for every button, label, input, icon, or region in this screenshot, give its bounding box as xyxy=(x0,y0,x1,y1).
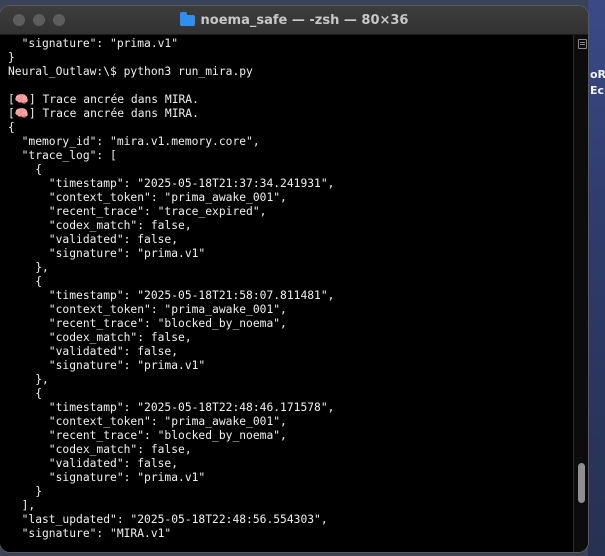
scroll-thumb[interactable] xyxy=(578,463,585,503)
terminal-line: { xyxy=(8,387,43,400)
terminal-output[interactable]: "signature": "prima.v1"} Neural_Outlaw:\$… xyxy=(0,35,573,552)
terminal-line: } xyxy=(8,485,43,498)
terminal-line: "recent_trace": "trace_expired", xyxy=(8,205,267,218)
terminal-line: Neural_Outlaw:\$ python3 run_mira.py xyxy=(8,65,253,78)
terminal-line: "codex_match": false, xyxy=(8,443,192,456)
terminal-line: "memory_id": "mira.v1.memory.core", xyxy=(8,135,260,148)
window-title-area: noema_safe — -zsh — 80×36 xyxy=(0,6,588,34)
terminal-line: "recent_trace": "blocked_by_noema", xyxy=(8,317,287,330)
terminal-line: } xyxy=(8,51,15,64)
terminal-line: "context_token": "prima_awake_001", xyxy=(8,191,287,204)
terminal-line: "codex_match": false, xyxy=(8,219,192,232)
terminal-line: "validated": false, xyxy=(8,345,179,358)
window-title: noema_safe — -zsh — 80×36 xyxy=(200,12,409,28)
terminal-line: "context_token": "prima_awake_001", xyxy=(8,303,287,316)
scroll-menu-icon[interactable] xyxy=(578,39,587,49)
terminal-line: "signature": "prima.v1" xyxy=(8,359,206,372)
terminal-line: "signature": "prima.v1" xyxy=(8,471,206,484)
scrollbar[interactable] xyxy=(573,35,588,552)
terminal-line: "recent_trace": "blocked_by_noema", xyxy=(8,429,287,442)
terminal-line: "signature": "MIRA.v1" xyxy=(8,527,172,540)
terminal-line: ], xyxy=(8,499,36,512)
terminal-line: "trace_log": [ xyxy=(8,149,117,162)
terminal-line: [🧠] Trace ancrée dans MIRA. xyxy=(8,107,199,120)
terminal-line: { xyxy=(8,121,15,134)
terminal-line: }, xyxy=(8,261,49,274)
terminal-line: "signature": "prima.v1" xyxy=(8,247,206,260)
terminal-line: { xyxy=(8,163,43,176)
terminal-line: "context_token": "prima_awake_001", xyxy=(8,415,287,428)
terminal-line: "validated": false, xyxy=(8,457,179,470)
terminal-line: "timestamp": "2025-05-18T22:48:46.171578… xyxy=(8,401,335,414)
terminal-line: "timestamp": "2025-05-18T21:58:07.811481… xyxy=(8,289,335,302)
terminal-line: "signature": "prima.v1" xyxy=(8,37,179,50)
terminal-line: "timestamp": "2025-05-18T21:37:34.241931… xyxy=(8,177,335,190)
title-bar[interactable]: noema_safe — -zsh — 80×36 xyxy=(0,6,588,35)
terminal-line: "last_updated": "2025-05-18T22:48:56.554… xyxy=(8,513,328,526)
desktop-item-label[interactable]: oR xyxy=(590,68,605,81)
folder-icon xyxy=(179,11,195,26)
terminal-line: }, xyxy=(8,373,49,386)
terminal-lines: "signature": "prima.v1"} Neural_Outlaw:\$… xyxy=(0,35,573,541)
terminal-line: { xyxy=(8,275,43,288)
terminal-window: noema_safe — -zsh — 80×36 "signature": "… xyxy=(0,6,588,552)
terminal-line: [🧠] Trace ancrée dans MIRA. xyxy=(8,93,199,106)
terminal-line: "validated": false, xyxy=(8,233,179,246)
desktop-item-label-2[interactable]: Ec xyxy=(590,84,605,97)
terminal-line: "codex_match": false, xyxy=(8,331,192,344)
